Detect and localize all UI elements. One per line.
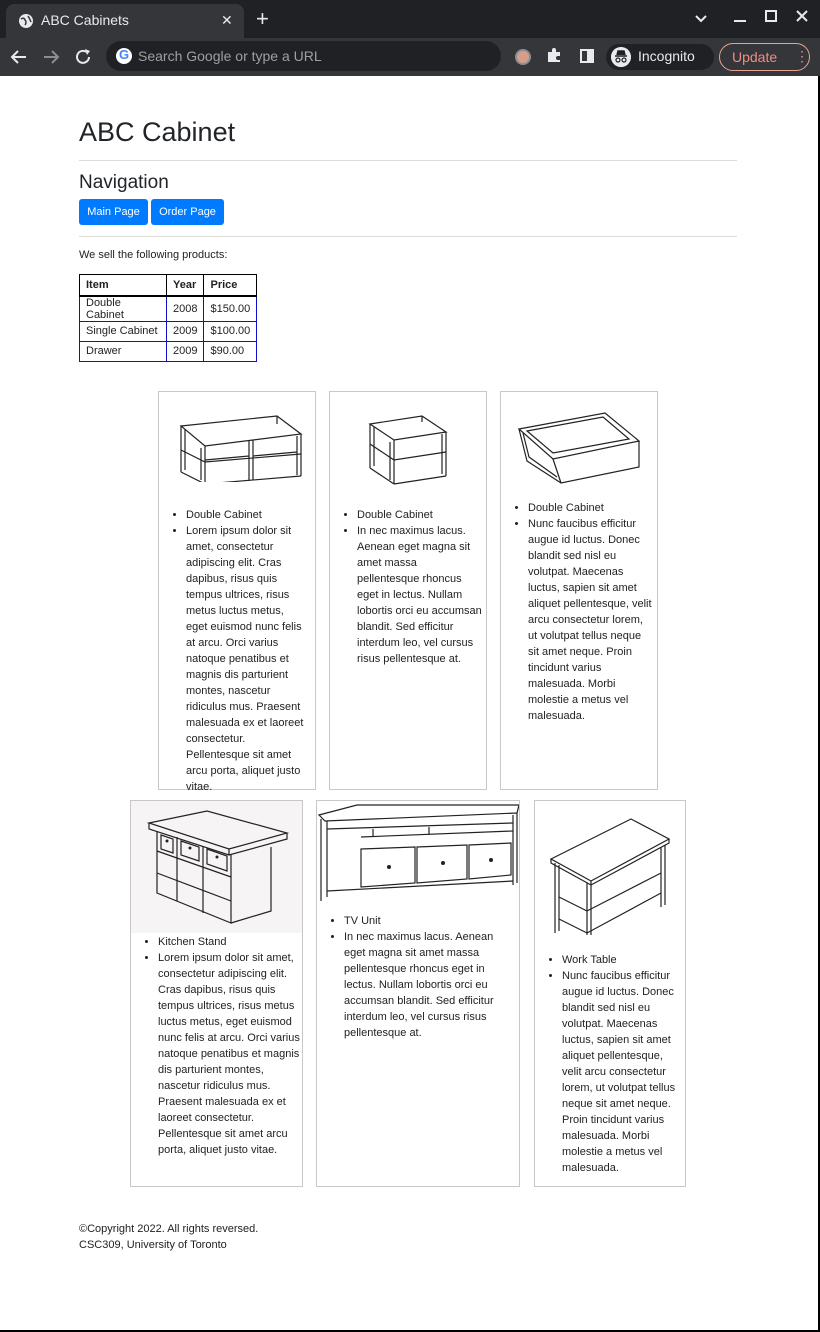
browser-toolbar: G Incognito Update ⋮ [0, 38, 820, 76]
update-button[interactable]: Update ⋮ [719, 43, 810, 71]
product-description: Lorem ipsum dolor sit amet, consectetur … [186, 523, 307, 795]
product-card: Double Cabinet In nec maximus lacus. Aen… [329, 391, 487, 790]
product-name: TV Unit [344, 913, 513, 929]
minimize-icon[interactable] [733, 11, 747, 25]
main-page-button[interactable]: Main Page [79, 199, 148, 225]
product-description: Nunc faucibus efficitur augue id luctus.… [528, 516, 653, 724]
browser-tab[interactable]: ABC Cabinets ✕ [6, 4, 244, 38]
page-content: ABC Cabinet Navigation Main Page Order P… [0, 76, 818, 1330]
incognito-badge[interactable]: Incognito [606, 44, 714, 70]
tab-title: ABC Cabinets [41, 12, 129, 28]
product-details: Work Table Nunc faucibus efficitur augue… [547, 952, 685, 1176]
product-details: Double Cabinet In nec maximus lacus. Aen… [342, 507, 482, 667]
column-header-item: Item [79, 274, 167, 297]
kitchen-stand-image-frame [131, 801, 302, 933]
update-label: Update [732, 49, 778, 65]
product-description: In nec maximus lacus. Aenean eget magna … [344, 929, 513, 1041]
product-card: Double Cabinet Lorem ipsum dolor sit ame… [158, 391, 316, 793]
table-header-row: Item Year Price [79, 274, 258, 297]
order-page-button[interactable]: Order Page [151, 199, 224, 225]
product-card: Work Table Nunc faucibus efficitur augue… [534, 800, 686, 1187]
navigation-heading: Navigation [79, 172, 169, 193]
reload-icon[interactable] [71, 45, 95, 69]
tab-search-chevron-icon[interactable] [694, 12, 708, 26]
product-name: Work Table [562, 952, 685, 968]
table-cell: 2009 [165, 320, 205, 342]
table-row: Single Cabinet 2009 $100.00 [79, 320, 258, 342]
double-cabinet-image [179, 415, 303, 482]
new-tab-button[interactable]: + [256, 6, 269, 32]
table-row: Double Cabinet 2008 $150.00 [79, 295, 258, 322]
google-icon: G [116, 47, 132, 64]
kitchen-stand-image [146, 810, 290, 924]
work-table-image [549, 818, 671, 935]
footer: ©Copyright 2022. All rights reversed. CS… [79, 1221, 258, 1253]
product-details: Double Cabinet Nunc faucibus efficitur a… [513, 500, 653, 724]
address-input[interactable] [138, 41, 493, 71]
product-name: Double Cabinet [528, 500, 653, 516]
product-name: Double Cabinet [357, 507, 482, 523]
column-header-year: Year [165, 274, 205, 297]
product-card: Double Cabinet Nunc faucibus efficitur a… [500, 391, 658, 790]
divider [79, 236, 737, 237]
back-arrow-icon[interactable] [7, 45, 31, 69]
single-cabinet-image [368, 415, 448, 485]
intro-text: We sell the following products: [79, 249, 228, 261]
column-header-price: Price [203, 274, 258, 297]
drawer-image [517, 412, 641, 484]
site-title: ABC Cabinet [79, 117, 236, 147]
forward-arrow-icon[interactable] [39, 45, 63, 69]
copyright-text: ©Copyright 2022. All rights reversed. [79, 1223, 259, 1235]
table-cell: $90.00 [203, 340, 258, 362]
side-panel-icon[interactable] [580, 49, 594, 63]
table-cell: $100.00 [203, 320, 258, 342]
close-tab-icon[interactable]: ✕ [221, 12, 233, 29]
table-cell: $150.00 [203, 295, 258, 322]
product-card: TV Unit In nec maximus lacus. Aenean ege… [316, 800, 520, 1187]
puzzle-icon[interactable] [545, 46, 563, 64]
extension-icon[interactable] [515, 49, 531, 65]
table-cell: 2008 [165, 295, 205, 322]
product-description: In nec maximus lacus. Aenean eget magna … [357, 523, 482, 667]
table-cell: Drawer [79, 340, 167, 362]
table-row: Drawer 2009 $90.00 [79, 340, 258, 362]
product-description: Lorem ipsum dolor sit amet, consectetur … [158, 950, 301, 1158]
product-description: Nunc faucibus efficitur augue id luctus.… [562, 968, 685, 1176]
product-details: Double Cabinet Lorem ipsum dolor sit ame… [171, 507, 307, 795]
table-cell: Single Cabinet [79, 320, 167, 342]
menu-dots-icon[interactable]: ⋮ [795, 48, 809, 65]
address-bar[interactable]: G [106, 41, 501, 71]
products-table: Item Year Price Double Cabinet 2008 $150… [79, 274, 258, 362]
divider [79, 160, 737, 161]
product-details: Kitchen Stand Lorem ipsum dolor sit amet… [143, 934, 301, 1158]
product-name: Kitchen Stand [158, 934, 301, 950]
incognito-icon [611, 47, 631, 67]
product-details: TV Unit In nec maximus lacus. Aenean ege… [329, 913, 513, 1041]
globe-icon [19, 14, 33, 28]
maximize-icon[interactable] [764, 9, 778, 23]
browser-tab-strip: ABC Cabinets ✕ + [0, 0, 820, 38]
close-window-icon[interactable] [795, 9, 809, 23]
product-name: Double Cabinet [186, 507, 307, 523]
table-cell: Double Cabinet [79, 295, 167, 322]
course-text: CSC309, University of Toronto [79, 1239, 227, 1251]
incognito-label: Incognito [638, 48, 695, 64]
product-card: Kitchen Stand Lorem ipsum dolor sit amet… [130, 800, 303, 1187]
table-cell: 2009 [165, 340, 205, 362]
tv-unit-image [317, 804, 519, 901]
